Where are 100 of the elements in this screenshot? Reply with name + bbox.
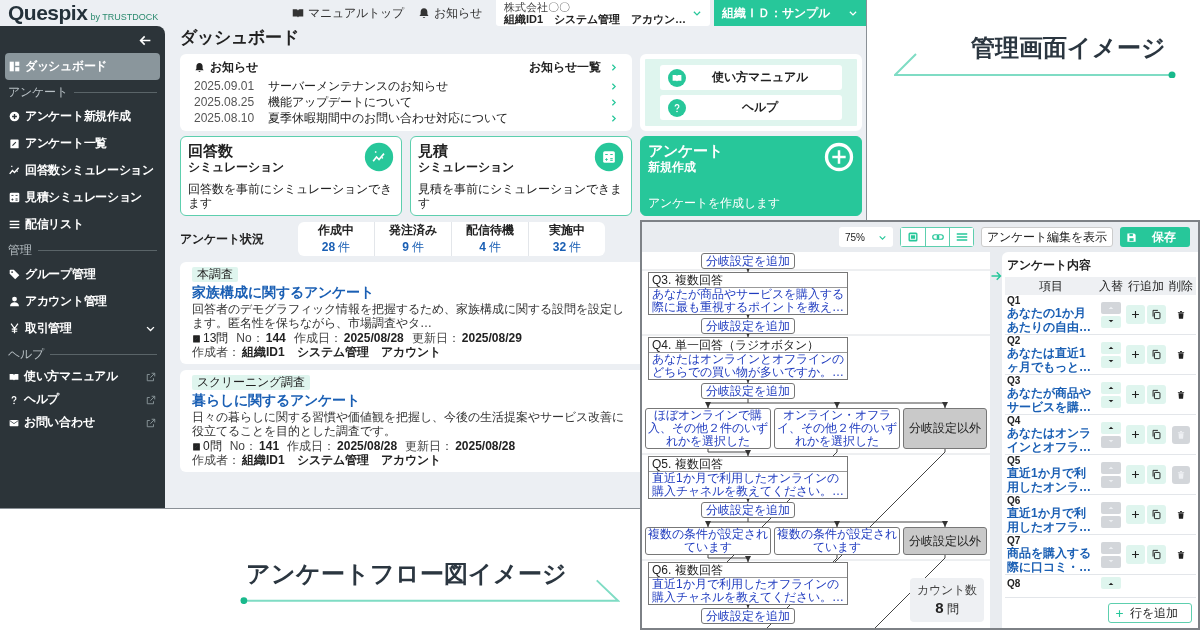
move-up-button[interactable] [1101,577,1121,589]
logo: Quespix [8,1,88,25]
move-up-button[interactable] [1101,421,1121,434]
sidebar-item[interactable]: 回答数シミュレーション [5,157,160,184]
status-count: 28 [321,240,336,254]
copy-button[interactable] [1147,505,1166,524]
move-down-button[interactable] [1101,355,1121,368]
sidebar-item[interactable]: 配信リスト [5,211,160,238]
question-type: Q5. 複数回答 [649,457,847,472]
add-branch-button[interactable]: 分岐設定を追加 [701,608,795,624]
news-item[interactable]: 2025.08.25 機能アップデートについて [194,94,618,110]
question-node[interactable]: Q3. 複数回答 あなたが商品やサービスを購入する際に最も重視するポイントを教え… [648,272,848,315]
survey-title-link[interactable]: 暮らしに関するアンケート [192,391,360,409]
sidebar-item[interactable]: 使い方マニュアル [5,365,160,388]
status-label: 配信待機 [466,222,514,239]
insert-row-button[interactable] [1126,425,1145,444]
show-survey-edit-button[interactable]: アンケート編集を表示 [981,227,1113,247]
insert-row-button[interactable] [1126,305,1145,324]
copy-button[interactable] [1147,545,1166,564]
copy-button[interactable] [1147,305,1166,324]
question-node[interactable]: Q4. 単一回答（ラジオボタン） あなたはオンラインとオフラインのどちらでの買い物が多いですか。… [648,337,848,380]
card-title: アンケート [648,142,723,160]
status-label: 発注済み [389,222,437,239]
insert-row-button[interactable] [1126,545,1145,564]
dashboard-icon [9,61,20,72]
sidebar-item[interactable]: 見積シミュレーション [5,184,160,211]
arrow-left-icon[interactable] [139,34,152,47]
trash-icon [1176,349,1186,360]
insert-row-button[interactable] [1126,465,1145,484]
question-link[interactable]: あなたが商品やサービスを購… [1007,386,1097,414]
survey-type-tag: 本調査 [192,267,238,282]
question-link[interactable]: 直近1か月で利用したオフラ… [1007,506,1097,534]
connector-arrow [705,402,711,409]
question-text: 直近1か月で利用したオンラインの購入チャネルを教えてください。… [651,472,845,498]
question-count: 13問 [192,331,229,345]
sidebar-section-label: アンケート [8,84,68,101]
insert-row-button[interactable] [1126,505,1145,524]
account-dropdown[interactable]: 株式会社〇〇 組織ID1 システム管理 アカウン… [495,0,710,26]
branch-node[interactable]: 複数の条件が設定されています [774,527,900,555]
question-link[interactable]: 商品を購入する際に口コミ・… [1007,546,1097,574]
copy-button[interactable] [1147,425,1166,444]
shortcut-card[interactable]: 見積 シミュレーション 見積を事前にシミュレーションできます [410,136,632,216]
meta-label: No： [236,331,264,345]
add-branch-button[interactable]: 分岐設定を追加 [701,502,795,518]
move-up-button[interactable] [1101,381,1121,394]
card-subtitle: シミュレーション [418,160,514,175]
copy-button[interactable] [1147,345,1166,364]
question-count: 0問 [192,439,222,453]
sidebar-item[interactable]: アンケート一覧 [5,130,160,157]
sidebar-item[interactable]: アンケート新規作成 [5,103,160,130]
caret-up-icon [1107,505,1115,510]
add-row-button[interactable]: 行を追加 [1108,603,1192,623]
copy-button[interactable] [1147,385,1166,404]
branch-node[interactable]: オンライン・オフライ、その他２件のいずれかを選択した [774,408,900,449]
meta-value: 144 [265,331,286,345]
move-down-button[interactable] [1101,395,1121,408]
sidebar-item[interactable]: 取引管理 [5,315,160,342]
news-item[interactable]: 2025.09.01 サーバーメンテナンスのお知らせ [194,78,618,94]
column-header: 項目 [1038,277,1064,295]
add-branch-button[interactable]: 分岐設定を追加 [701,318,795,334]
copy-button[interactable] [1147,465,1166,484]
insert-row-button[interactable] [1126,385,1145,404]
question-link[interactable]: あなたの1か月あたりの自由… [1007,306,1097,334]
question-node[interactable]: Q6. 複数回答 直近1か月で利用したオフラインの購入チャネルを教えてください。… [648,562,848,605]
mail-icon [9,417,19,428]
caption: 管理画面イメージ [970,34,1167,62]
connector-arrow [942,402,948,409]
branch-node[interactable]: 分岐設定以外 [903,527,987,555]
add-branch-button[interactable]: 分岐設定を追加 [701,253,795,269]
plus-icon [1130,349,1141,360]
move-up-button[interactable] [1101,341,1121,354]
plus-circle-icon [824,142,854,172]
question-link[interactable]: 直近1か月で利用したオンラ… [1007,466,1097,494]
plus-icon [1130,389,1141,400]
header-link[interactable]: お知らせ [417,0,482,26]
chevron-down-icon [848,8,858,18]
shortcut-card[interactable]: 回答数 シミュレーション 回答数を事前にシミュレーションできます [180,136,402,216]
news-list-link[interactable]: お知らせ一覧 [529,59,618,76]
header-link[interactable]: マニュアルトップ [291,0,404,26]
sidebar-item[interactable]: ヘルプ [5,388,160,411]
branch-node[interactable]: ほぼオンラインで購入、その他２件のいずれかを選択した [645,408,771,449]
branch-node[interactable]: 複数の条件が設定されています [645,527,771,555]
question-link[interactable]: あなたはオンラインとオフラ… [1007,426,1097,454]
help-link-button[interactable]: ヘルプ [660,95,842,120]
caret-up-icon [1107,385,1115,390]
insert-row-button[interactable] [1126,345,1145,364]
news-item[interactable]: 2025.08.10 夏季休暇期間中のお問い合わせ対応について [194,110,618,126]
question-link[interactable]: あなたは直近1ヶ月でもっと… [1007,346,1097,374]
help-link-button[interactable]: 使い方マニュアル [660,65,842,90]
sidebar-section-label: 管理 [8,242,32,259]
zoom-dropdown[interactable]: 75% [839,227,893,247]
move-down-button[interactable] [1101,315,1121,328]
sidebar-item[interactable]: グループ管理 [5,261,160,288]
sidebar-item[interactable]: アカウント管理 [5,288,160,315]
question-node[interactable]: Q5. 複数回答 直近1か月で利用したオンラインの購入チャネルを教えてください。… [648,456,848,499]
survey-title-link[interactable]: 家族構成に関するアンケート [192,283,374,301]
branch-node[interactable]: 分岐設定以外 [903,408,987,449]
add-branch-button[interactable]: 分岐設定を追加 [701,383,795,399]
status-count: 32 [552,240,567,254]
sidebar-item[interactable]: お問い合わせ [5,411,160,434]
